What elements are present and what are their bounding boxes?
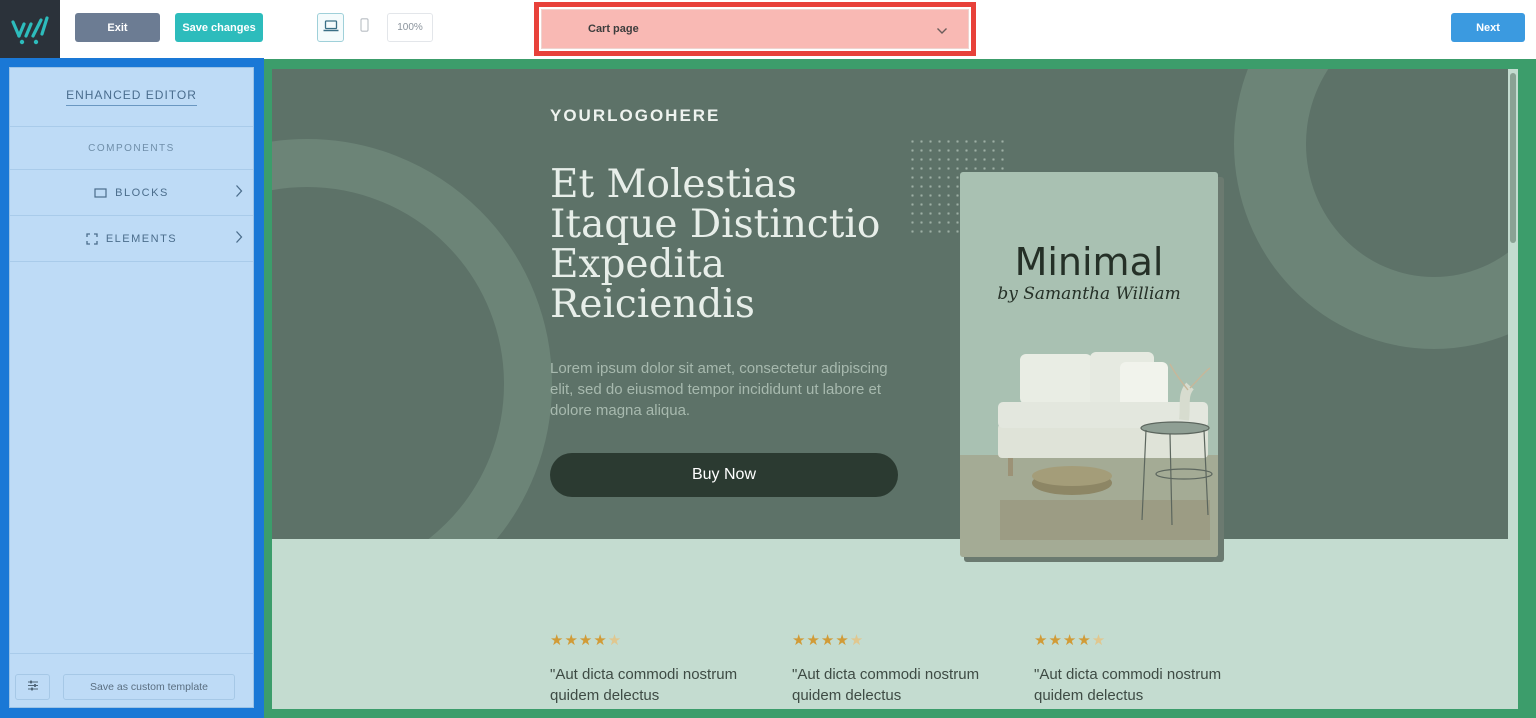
review-card[interactable]: ★★★★★ "Aut dicta commodi nostrum quidem …	[1034, 631, 1234, 706]
hero-description[interactable]: Lorem ipsum dolor sit amet, consectetur …	[550, 358, 910, 421]
buy-now-button[interactable]: Buy Now	[550, 453, 898, 497]
save-changes-button[interactable]: Save changes	[175, 13, 263, 42]
expand-icon	[86, 232, 98, 245]
star-rating: ★★★★★	[1034, 632, 1107, 649]
cart-logo-icon[interactable]	[0, 0, 60, 58]
sidebar-item-label: BLOCKS	[115, 186, 169, 199]
next-button[interactable]: Next	[1451, 13, 1525, 42]
laptop-icon	[323, 19, 339, 37]
exit-button[interactable]: Exit	[75, 13, 160, 42]
settings-button[interactable]	[15, 674, 50, 700]
mobile-icon	[360, 18, 369, 37]
top-toolbar: Exit Save changes 100% Cart page Next	[0, 0, 1536, 58]
desktop-view-button[interactable]	[317, 13, 344, 42]
page-canvas[interactable]: YOURLOGOHERE Et Molestias Itaque Distinc…	[272, 69, 1518, 709]
headline-line: Itaque Distinctio	[550, 202, 881, 247]
chevron-right-icon	[235, 230, 243, 247]
scrollbar-thumb[interactable]	[1510, 73, 1516, 243]
chevron-down-icon	[936, 22, 948, 40]
sidebar-footer: Save as custom template	[10, 653, 253, 707]
sidebar-item-blocks[interactable]: BLOCKS	[10, 170, 253, 216]
zoom-level[interactable]: 100%	[387, 13, 433, 42]
review-quote: "Aut dicta commodi nostrum quidem delect…	[1034, 666, 1222, 704]
headline-line: Expedita	[550, 242, 725, 287]
star-rating: ★★★★★	[792, 632, 865, 649]
sidebar-title[interactable]: ENHANCED EDITOR	[10, 68, 253, 127]
star-rating: ★★★★★	[550, 632, 623, 649]
page-select-dropdown[interactable]: Cart page	[541, 9, 969, 49]
chevron-right-icon	[235, 184, 243, 201]
mobile-view-button[interactable]	[351, 13, 378, 42]
rectangle-icon	[94, 187, 107, 198]
sidebar-title-label: ENHANCED EDITOR	[66, 88, 197, 106]
book-author: by Samantha William	[997, 284, 1181, 304]
review-card[interactable]: ★★★★★ "Aut dicta commodi nostrum quidem …	[550, 631, 750, 706]
headline-line: Et Molestias	[550, 162, 797, 207]
editor-sidebar: ENHANCED EDITOR COMPONENTS BLOCKS ELEMEN…	[9, 67, 254, 708]
decorative-circle-right	[1234, 69, 1518, 349]
sofa-photo	[960, 350, 1218, 557]
page-select-value: Cart page	[588, 23, 639, 35]
review-quote: "Aut dicta commodi nostrum quidem delect…	[550, 666, 738, 704]
review-quote: "Aut dicta commodi nostrum quidem delect…	[792, 666, 980, 704]
review-card[interactable]: ★★★★★ "Aut dicta commodi nostrum quidem …	[792, 631, 992, 706]
decorative-circle-left	[272, 139, 552, 539]
hero-headline[interactable]: Et Molestias Itaque Distinctio Expedita …	[550, 165, 920, 325]
sidebar-item-elements[interactable]: ELEMENTS	[10, 216, 253, 262]
sidebar-item-label: ELEMENTS	[105, 232, 178, 245]
components-heading: COMPONENTS	[10, 128, 253, 170]
headline-line: Reiciendis	[550, 282, 755, 327]
canvas-scrollbar[interactable]	[1508, 69, 1518, 709]
brand-logo-text[interactable]: YOURLOGOHERE	[550, 106, 720, 126]
sliders-icon	[27, 678, 39, 696]
book-title: Minimal	[1014, 240, 1164, 284]
save-custom-template-button[interactable]: Save as custom template	[63, 674, 235, 700]
hero-section[interactable]: YOURLOGOHERE Et Molestias Itaque Distinc…	[272, 69, 1518, 539]
book-cover-image[interactable]: Minimal by Samantha William	[960, 172, 1218, 557]
